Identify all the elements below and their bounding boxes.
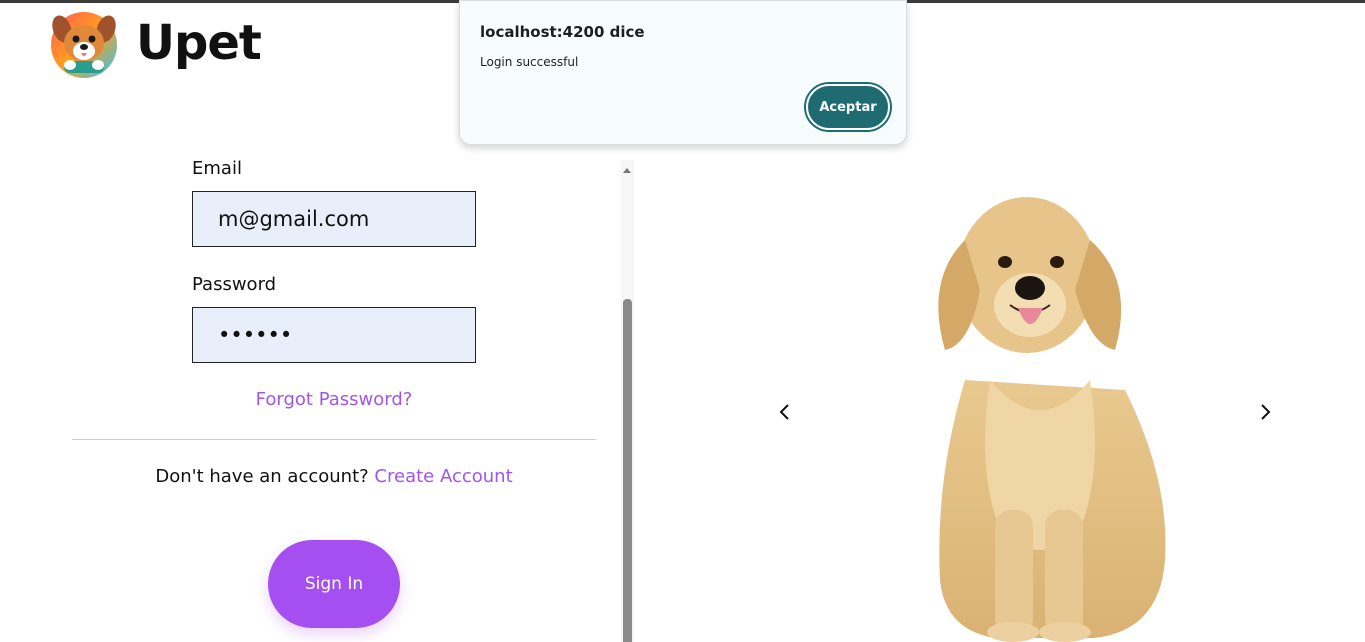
login-form: Email Password Forgot Password? Don't ha…	[0, 150, 622, 642]
golden-retriever-image	[938, 197, 1166, 642]
no-account-text: Don't have an account?	[155, 466, 369, 487]
alert-dialog: localhost:4200 dice Login successful Ace…	[459, 0, 907, 145]
image-carousel	[640, 150, 1365, 642]
divider	[72, 439, 596, 440]
chevron-right-icon	[1261, 404, 1271, 420]
carousel-prev-button[interactable]	[773, 400, 797, 424]
forgot-password-link[interactable]: Forgot Password?	[192, 389, 476, 410]
puppy-logo-icon	[51, 12, 117, 78]
brand-name: Upet	[136, 15, 262, 71]
signup-prompt: Don't have an account? Create Account	[72, 466, 596, 487]
scroll-up-arrow-icon[interactable]	[623, 168, 631, 173]
dialog-title: localhost:4200 dice	[480, 23, 645, 41]
scrollbar-thumb[interactable]	[623, 299, 632, 642]
email-field[interactable]	[192, 191, 476, 247]
email-label: Email	[192, 158, 242, 179]
carousel-next-button[interactable]	[1253, 400, 1277, 424]
brand: Upet	[48, 7, 262, 79]
dialog-message: Login successful	[480, 55, 579, 69]
create-account-link[interactable]: Create Account	[374, 466, 512, 487]
password-field[interactable]	[192, 307, 476, 363]
chevron-left-icon	[779, 404, 789, 420]
password-label: Password	[192, 274, 277, 295]
dialog-accept-button[interactable]: Aceptar	[806, 84, 890, 130]
sign-in-button[interactable]: Sign In	[268, 540, 400, 628]
